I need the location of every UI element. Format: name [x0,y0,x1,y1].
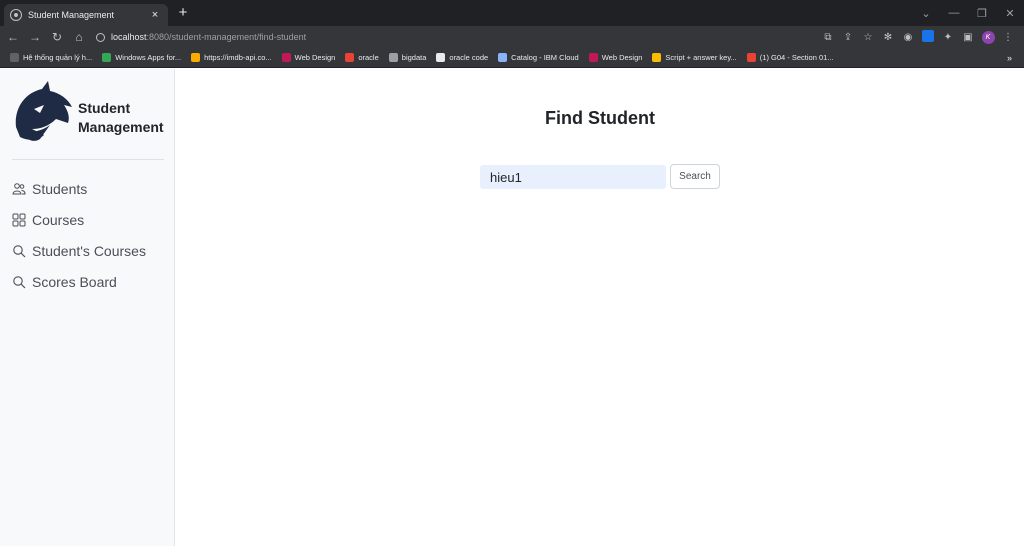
home-icon[interactable]: ⌂ [70,30,88,44]
url-path: :8080/student-management/find-student [146,32,307,42]
sidebar-item-scores-board[interactable]: Scores Board [12,266,146,297]
browser-tab-strip: Student Management × + ⌄ — ❐ ✕ [0,0,1024,26]
bookmark-favicon-icon [345,53,355,62]
menu-kebab-icon[interactable]: ⋮ [998,32,1018,43]
sidebar-item-courses[interactable]: Courses [12,204,146,235]
bookmark-label: (1) G04 - Section 01... [759,53,834,62]
bookmark-favicon-icon [588,53,598,62]
brand-line-2: Management [78,119,164,135]
forward-icon[interactable]: → [26,30,44,44]
browser-toolbar: ← → ↻ ⌂ localhost :8080/student-manageme… [0,26,1024,48]
new-tab-button[interactable]: + [174,4,192,22]
search-input[interactable] [480,165,666,189]
bookmark-label: bigdata [401,53,427,62]
translate-icon[interactable]: ⧉ [818,32,838,43]
brand-line-1: Student [78,100,131,116]
sidebar-item-label: Courses [32,211,85,228]
site-info-icon[interactable] [96,32,105,42]
extension-puzzle-icon[interactable]: ✦ [938,32,958,43]
main-content: Find Student Search [176,69,1024,546]
globe-icon [10,9,22,21]
address-bar[interactable]: localhost :8080/student-management/find-… [96,29,756,45]
profile-avatar[interactable]: K [978,30,998,44]
sidebar-menu: Students Courses Student's Courses Score… [12,173,146,297]
bookmark-label: Web Design [601,53,643,62]
bookmark-label: Script + answer key... [665,53,737,62]
close-window-icon[interactable]: ✕ [996,7,1024,20]
bookmarks-more[interactable]: » [1007,53,1012,63]
bookmark-item[interactable]: oracle [345,53,379,62]
bookmark-label: Hệ thống quản lý h... [23,53,93,62]
people-icon [12,182,26,194]
url-host: localhost [111,32,147,42]
back-icon[interactable]: ← [4,30,22,44]
toolbar-icons: ⧉ ⇪ ☆ ✻ ◉ ✦ ▣ K ⋮ [818,29,1024,45]
extension-icon[interactable] [918,29,938,45]
bookmark-item[interactable]: Web Design [281,53,336,62]
sidebar-divider [12,159,164,160]
restore-icon[interactable]: ❐ [968,7,996,20]
bookmark-label: oracle code [449,53,489,62]
bookmark-favicon-icon [191,53,201,62]
search-icon [13,275,26,288]
bookmark-item[interactable]: Catalog - IBM Cloud [498,53,579,62]
bookmark-favicon-icon [102,53,112,62]
bookmark-label: https://imdb-api.co... [204,53,272,62]
bookmark-label: Catalog - IBM Cloud [511,53,579,62]
share-icon[interactable]: ⇪ [838,32,858,43]
reload-icon[interactable]: ↻ [48,30,66,44]
bookmark-item[interactable]: Windows Apps for... [102,53,181,62]
sidebar: Student Management Students Courses Stud… [0,69,175,546]
bookmark-favicon-icon [498,53,508,62]
react-devtools-icon[interactable]: ✻ [878,32,898,43]
bookmark-item[interactable]: bigdata [388,53,427,62]
bookmark-item[interactable]: oracle code [436,53,488,62]
bookmark-item[interactable]: (1) G04 - Section 01... [746,53,834,62]
bookmark-item[interactable]: https://imdb-api.co... [191,53,272,62]
sidebar-item-students-courses[interactable]: Student's Courses [12,235,146,266]
bookmark-label: oracle [358,53,379,62]
bookmark-star-icon[interactable]: ☆ [858,32,878,43]
sidebar-item-label: Scores Board [32,273,117,290]
bookmark-favicon-icon [436,53,446,62]
bookmark-item[interactable]: Hệ thống quản lý h... [10,53,92,62]
bookmark-favicon-icon [10,53,19,62]
tab-close-icon[interactable]: × [148,9,162,21]
extension-circle-icon[interactable]: ◉ [898,32,918,43]
tab-title: Student Management [28,10,115,20]
bookmark-label: Windows Apps for... [115,53,182,62]
brand-title: Student Management [78,99,164,137]
search-button[interactable]: Search [670,164,720,189]
window-controls: ⌄ — ❐ ✕ [912,0,1024,26]
browser-tab[interactable]: Student Management × [4,4,168,26]
sidebar-item-label: Students [32,180,88,197]
sidebar-item-label: Student's Courses [32,242,146,259]
bookmark-label: Web Design [294,53,336,62]
page-title: Find Student [545,108,655,128]
bookmark-favicon-icon [388,53,398,62]
sidebar-item-students[interactable]: Students [12,173,146,204]
wolf-logo [15,81,72,141]
tab-search-icon[interactable]: ⌄ [912,7,940,20]
search-icon [13,244,26,257]
bookmark-favicon-icon [281,53,291,62]
grid-icon [12,213,26,226]
bookmark-favicon-icon [652,53,662,62]
bookmark-item[interactable]: Web Design [588,53,643,62]
sidepanel-icon[interactable]: ▣ [958,32,978,43]
bookmarks-bar: Hệ thống quản lý h... Windows Apps for...… [0,48,1024,68]
minimize-icon[interactable]: — [940,7,968,19]
bookmark-favicon-icon [746,53,756,62]
bookmark-item[interactable]: Script + answer key... [652,53,737,62]
